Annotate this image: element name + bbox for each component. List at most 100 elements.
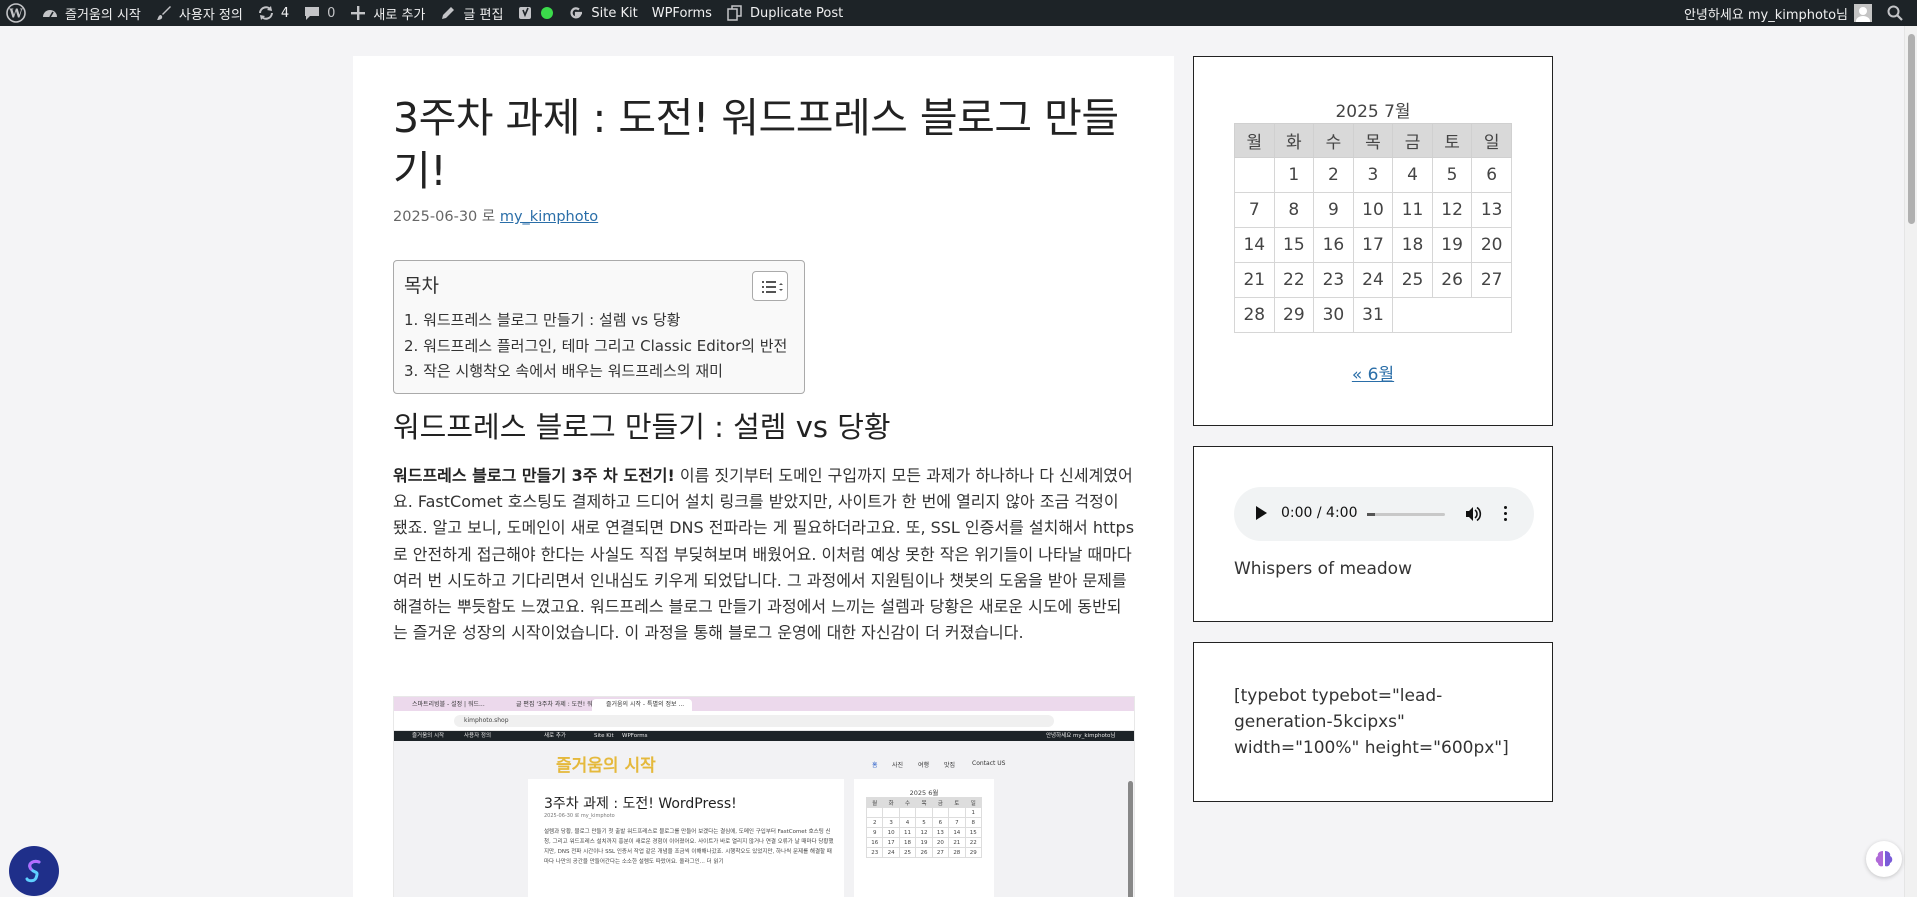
calendar-day: 1 — [1273, 157, 1315, 193]
screenshot-cal-cell: 25 — [898, 847, 917, 858]
calendar-day: 19 — [1431, 227, 1473, 263]
post-author-link[interactable]: my_kimphoto — [500, 209, 598, 225]
paragraph-text: 이름 짓기부터 도메인 구입까지 모든 과제가 하나하나 다 신세계였어요. F… — [393, 466, 1135, 643]
calendar-day: 17 — [1352, 227, 1394, 263]
new-content-menu[interactable]: 새로 추가 — [342, 0, 432, 26]
calendar-empty-cell — [1392, 297, 1512, 333]
comments-menu[interactable]: 0 — [296, 0, 342, 26]
calendar-day: 16 — [1313, 227, 1354, 263]
calendar-day: 9 — [1313, 192, 1354, 228]
weekday-header: 토 — [1431, 123, 1473, 158]
wordpress-logo-menu[interactable]: W — [0, 0, 34, 26]
screenshot-cal-cell — [898, 807, 917, 818]
updates-menu[interactable]: 4 — [250, 0, 296, 26]
edit-post-menu[interactable]: 글 편집 — [432, 0, 510, 26]
screenshot-cal-cell — [882, 807, 900, 818]
post-by: 로 — [481, 209, 496, 225]
toc-toggle-button[interactable] — [752, 271, 788, 301]
volume-icon[interactable] — [1464, 505, 1482, 523]
weekday-header: 월 — [1234, 123, 1275, 158]
calendar-day: 25 — [1392, 262, 1433, 298]
calendar-day: 27 — [1471, 262, 1512, 298]
refresh-icon — [258, 6, 273, 20]
toc-item[interactable]: 2. 워드프레스 플러그인, 테마 그리고 Classic Editor의 반전 — [404, 334, 794, 360]
screenshot-cal-cell: 1 — [964, 807, 983, 818]
calendar-day: 28 — [1234, 297, 1275, 333]
more-options-icon[interactable] — [1504, 506, 1508, 522]
post-title: 3주차 과제 : 도전! 워드프레스 블로그 만들기! — [393, 94, 1119, 196]
customize-menu[interactable]: 사용자 정의 — [148, 0, 250, 26]
play-icon[interactable] — [1256, 506, 1267, 520]
yoast-icon — [519, 7, 532, 19]
screenshot-cal-cell: 22 — [964, 837, 983, 848]
weekday-header: 수 — [1313, 123, 1354, 158]
calendar-caption: 2025 7월 — [1335, 102, 1411, 122]
page-scrollbar[interactable] — [1904, 26, 1917, 897]
comments-count: 0 — [327, 5, 336, 21]
browser-tab-strip: 스마트리빙블 - 설정 | 워드... 글 편집 '3주차 과제 : 도전! 워… — [394, 697, 1134, 711]
screenshot-cal-cell: 화 — [882, 797, 900, 808]
duplicate-icon — [727, 5, 742, 21]
weekday-header: 일 — [1471, 123, 1512, 158]
ai-assistant-button[interactable] — [1866, 841, 1902, 877]
brain-icon — [1875, 851, 1893, 867]
audio-caption: Whispers of meadow — [1234, 559, 1412, 579]
screenshot-cal-cell — [865, 807, 884, 818]
search-icon — [1887, 5, 1903, 21]
list-toggle-icon — [762, 281, 783, 293]
site-kit-menu[interactable]: Site Kit — [560, 0, 644, 26]
avatar — [1854, 4, 1872, 22]
calendar-day: 8 — [1273, 192, 1315, 228]
calendar-day: 31 — [1352, 297, 1394, 333]
screenshot-cal-cell: 11 — [898, 827, 917, 838]
svg-text:W: W — [8, 7, 23, 21]
post-date: 2025-06-30 — [393, 209, 478, 225]
scrollbar-thumb[interactable] — [1908, 34, 1915, 224]
audio-progress-slider[interactable] — [1367, 513, 1445, 516]
search-menu[interactable] — [1879, 0, 1917, 26]
site-name-menu[interactable]: 즐거움의 시작 — [34, 0, 148, 26]
screenshot-ab-new: 새로 추가 — [544, 733, 566, 739]
screenshot-ab-greeting: 안녕하세요 my_kimphoto님 — [1046, 733, 1116, 739]
yoast-menu[interactable] — [510, 0, 560, 26]
audio-widget: 0:00 / 4:00 Whispers of meadow — [1193, 446, 1553, 622]
calendar-prev-month-link[interactable]: « 6월 — [1234, 360, 1512, 385]
screenshot-ab-wpforms: WPForms — [622, 733, 648, 739]
screenshot-cal-cell: 28 — [948, 847, 966, 858]
screenshot-cal-cell: 목 — [915, 797, 933, 808]
pencil-icon — [442, 7, 455, 19]
toc-list: 1. 워드프레스 블로그 만들기 : 설렘 vs 당황 2. 워드프레스 플러그… — [404, 308, 794, 385]
screenshot-nav-item: 여행 — [918, 762, 930, 769]
greeting-text: 안녕하세요 my_kimphoto님 — [1683, 7, 1848, 23]
chat-bubble-button[interactable] — [9, 846, 59, 896]
calendar-day: 12 — [1431, 192, 1473, 228]
calendar-day: 29 — [1273, 297, 1315, 333]
audio-player: 0:00 / 4:00 — [1234, 487, 1534, 541]
duplicate-post-menu[interactable]: Duplicate Post — [719, 0, 850, 26]
new-label: 새로 추가 — [373, 7, 426, 23]
seo-status-dot — [541, 7, 554, 19]
site-kit-label: Site Kit — [591, 5, 638, 21]
audio-time: 0:00 / 4:00 — [1281, 505, 1358, 521]
screenshot-scrollbar — [1128, 781, 1133, 897]
calendar-day: 6 — [1471, 157, 1512, 193]
screenshot-ab-site: 즐거움의 시작 — [412, 733, 445, 739]
brush-icon — [156, 6, 171, 20]
my-account-menu[interactable]: 안녕하세요 my_kimphoto님 — [1677, 0, 1879, 26]
calendar-day: 4 — [1392, 157, 1433, 193]
google-g-icon — [570, 7, 583, 19]
wpforms-menu[interactable]: WPForms — [645, 0, 719, 26]
screenshot-cal-cell: 일 — [964, 797, 983, 808]
screenshot-cal-cell: 9 — [865, 827, 884, 838]
screenshot-cal-cell: 13 — [931, 827, 950, 838]
calendar-day: 15 — [1273, 227, 1315, 263]
screenshot-cal-cell: 18 — [898, 837, 917, 848]
calendar-day: 2 — [1313, 157, 1354, 193]
screenshot-cal-cell — [931, 807, 950, 818]
updates-count: 4 — [280, 5, 290, 21]
screenshot-cal-cell: 16 — [865, 837, 884, 848]
calendar-day: 20 — [1471, 227, 1512, 263]
toc-item[interactable]: 1. 워드프레스 블로그 만들기 : 설렘 vs 당황 — [404, 308, 794, 334]
toc-item[interactable]: 3. 작은 시행착오 속에서 배우는 워드프레스의 재미 — [404, 359, 794, 385]
wpforms-label: WPForms — [651, 5, 712, 21]
